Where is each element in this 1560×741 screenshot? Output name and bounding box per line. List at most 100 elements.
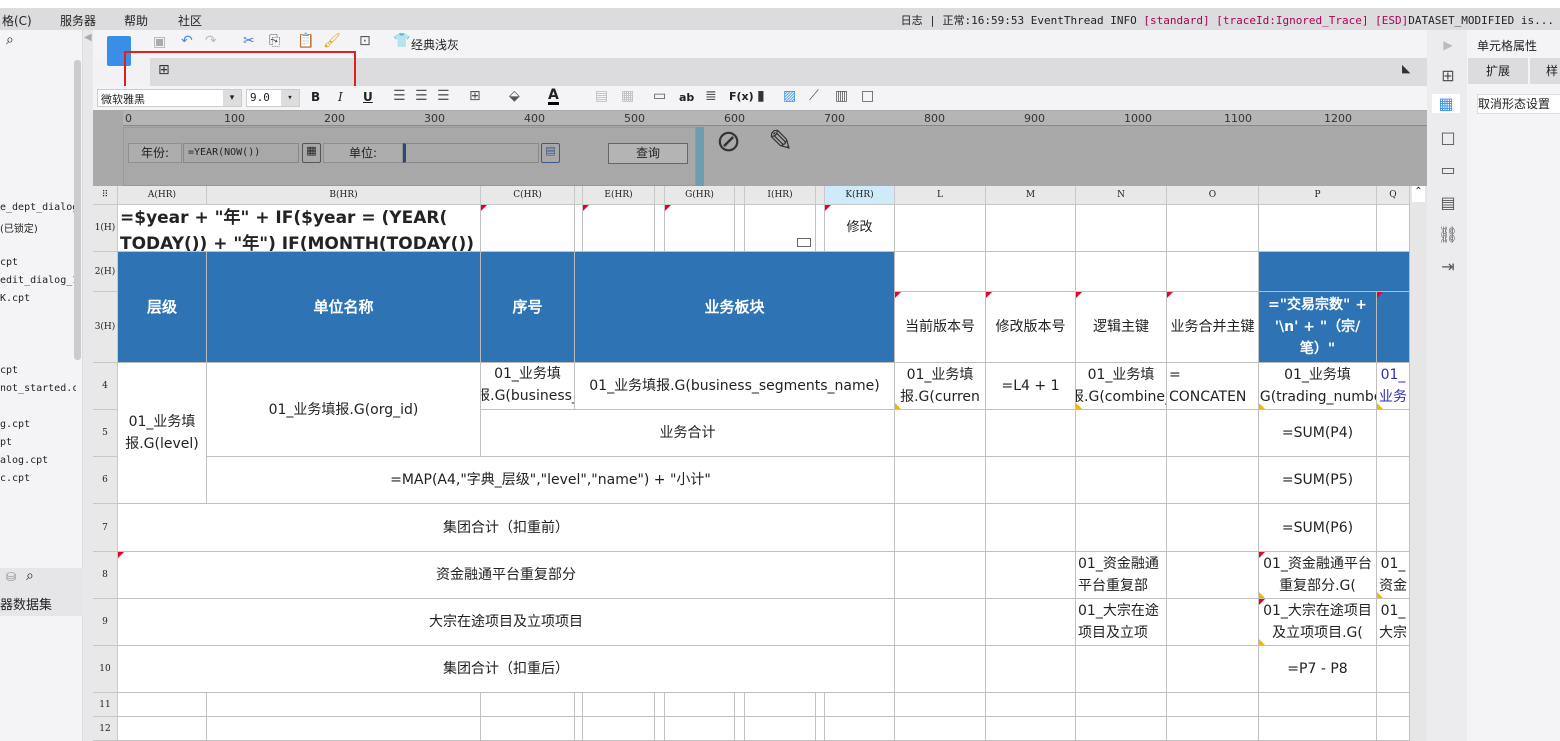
column-header-o[interactable]: O: [1167, 186, 1259, 205]
modified-version-cell[interactable]: =L4 + 1: [986, 363, 1076, 410]
row-header[interactable]: 4: [93, 363, 118, 410]
frame-icon[interactable]: □: [861, 88, 874, 104]
cell[interactable]: [1076, 457, 1167, 504]
column-header-k[interactable]: K(HR): [825, 186, 895, 205]
edit-cell[interactable]: 修改: [825, 205, 895, 252]
column-header-i[interactable]: I(HR): [745, 186, 816, 205]
row-header[interactable]: 1(H): [93, 205, 118, 252]
row-header[interactable]: 7: [93, 504, 118, 552]
header-blank[interactable]: [1259, 252, 1410, 292]
cell[interactable]: [1259, 693, 1377, 717]
split-cells-icon[interactable]: ▦: [621, 88, 634, 104]
cell[interactable]: 01_业务: [1377, 363, 1410, 410]
bulk-project-data-cell[interactable]: 01_大宗在途项目及立项: [1076, 599, 1167, 646]
cell[interactable]: [735, 717, 745, 741]
server-dataset-tab[interactable]: 器数据集: [0, 594, 52, 613]
cell[interactable]: [1076, 693, 1167, 717]
header-business-segment[interactable]: 业务板块: [575, 252, 895, 363]
cell[interactable]: [207, 693, 481, 717]
cell[interactable]: 01_大宗: [1377, 599, 1410, 646]
search-icon[interactable]: ⌕: [26, 568, 34, 584]
column-header-l[interactable]: L: [895, 186, 986, 205]
file-item[interactable]: g.cpt: [0, 419, 76, 430]
header-merge-key[interactable]: 业务合并主键: [1167, 292, 1259, 363]
file-item[interactable]: cpt: [0, 365, 76, 376]
tree-scrollbar[interactable]: [74, 60, 81, 360]
row-header[interactable]: 11: [93, 693, 118, 717]
fund-platform-duplicate-cell[interactable]: 资金融通平台重复部分: [118, 552, 895, 599]
cell[interactable]: [895, 693, 986, 717]
cell-expand-icon[interactable]: ⊞: [1438, 66, 1458, 85]
save-icon[interactable]: ▣: [153, 34, 166, 50]
collapse-left-icon[interactable]: ◀: [84, 32, 92, 43]
cell[interactable]: [1377, 693, 1410, 717]
fill-color-icon[interactable]: ⬙: [509, 88, 520, 104]
cancel-form-settings-button[interactable]: 取消形态设置: [1477, 94, 1560, 114]
align-center-icon[interactable]: ☰: [415, 88, 428, 104]
year-input[interactable]: =YEAR(NOW()): [183, 143, 299, 163]
cell[interactable]: [1377, 504, 1410, 552]
header-modified-version[interactable]: 修改版本号: [986, 292, 1076, 363]
bulk-project-data-cell[interactable]: 01_大宗在途项目及立项项目.G(: [1259, 599, 1377, 646]
cell[interactable]: [825, 693, 895, 717]
cell-attributes-icon[interactable]: ▦: [1432, 94, 1460, 113]
row-header[interactable]: 2(H): [93, 252, 118, 292]
file-item[interactable]: edit_dialog_1: [0, 275, 76, 286]
fund-platform-cell[interactable]: 01_资金融通平台重复部分.G(: [1259, 552, 1377, 599]
merge-cells-icon[interactable]: ▤: [595, 88, 608, 104]
cell[interactable]: [118, 717, 207, 741]
condition-attribute-icon[interactable]: ▤: [1438, 193, 1458, 212]
cell[interactable]: [735, 693, 745, 717]
column-header-d[interactable]: [575, 186, 583, 205]
header-seq[interactable]: 序号: [481, 252, 575, 363]
tree-select-icon[interactable]: ▤: [541, 143, 560, 163]
cell[interactable]: [1076, 252, 1167, 292]
cell[interactable]: [986, 646, 1076, 693]
row-header[interactable]: 12: [93, 717, 118, 741]
scroll-up-icon[interactable]: ⌃: [1412, 186, 1425, 202]
cell[interactable]: [986, 410, 1076, 457]
text-search-icon[interactable]: ⊡: [359, 33, 371, 49]
chart-icon[interactable]: ▮: [757, 88, 765, 104]
cell[interactable]: [895, 205, 986, 252]
cell[interactable]: [816, 693, 825, 717]
cell[interactable]: [1076, 205, 1167, 252]
row-header[interactable]: 8: [93, 552, 118, 599]
cell[interactable]: [986, 599, 1076, 646]
column-header-g[interactable]: G(HR): [665, 186, 735, 205]
cell[interactable]: [895, 457, 986, 504]
business-segment-cell[interactable]: 01_业务填报.G(business_segments_name): [575, 363, 895, 410]
unit-input[interactable]: [403, 143, 539, 163]
column-header-h[interactable]: [735, 186, 745, 205]
tab-expand[interactable]: 扩展: [1468, 58, 1528, 84]
row-header[interactable]: 10: [93, 646, 118, 693]
paste-icon[interactable]: 📋: [297, 33, 314, 49]
list-icon[interactable]: ≣: [705, 88, 717, 104]
business-total-cell[interactable]: 业务合计: [481, 410, 895, 457]
calendar-icon[interactable]: ▦: [302, 143, 321, 163]
text-field-icon[interactable]: ▭: [653, 88, 666, 104]
cell[interactable]: [895, 552, 986, 599]
search-icon[interactable]: ⌕: [6, 32, 14, 48]
hyperlink-icon[interactable]: ⛓: [1438, 225, 1458, 244]
subtotal-formula-cell[interactable]: =MAP(A4,"字典_层级","level","name") + "小计": [207, 457, 895, 504]
cell[interactable]: [583, 717, 655, 741]
text-color-button[interactable]: A: [548, 88, 559, 105]
cell[interactable]: [1167, 410, 1259, 457]
cell[interactable]: [1377, 410, 1410, 457]
column-header-p[interactable]: P: [1259, 186, 1377, 205]
header-blank[interactable]: [1377, 292, 1410, 363]
cell-element-icon[interactable]: □: [1438, 128, 1458, 147]
cell[interactable]: [986, 717, 1076, 741]
cell[interactable]: [816, 717, 825, 741]
cell[interactable]: [481, 693, 575, 717]
sum-cell[interactable]: =SUM(P6): [1259, 504, 1377, 552]
eye-off-icon[interactable]: ⊘: [716, 124, 741, 159]
cell[interactable]: [986, 457, 1076, 504]
toolbar-menu-icon[interactable]: ◣: [1402, 62, 1410, 75]
select-all-corner[interactable]: ⠿: [93, 186, 118, 205]
cell[interactable]: [735, 205, 745, 252]
bulk-project-cell[interactable]: 大宗在途项目及立项项目: [118, 599, 895, 646]
cell[interactable]: [895, 599, 986, 646]
log-status[interactable]: 日志 | 正常:16:59:53 EventThread INFO [stand…: [901, 12, 1554, 28]
